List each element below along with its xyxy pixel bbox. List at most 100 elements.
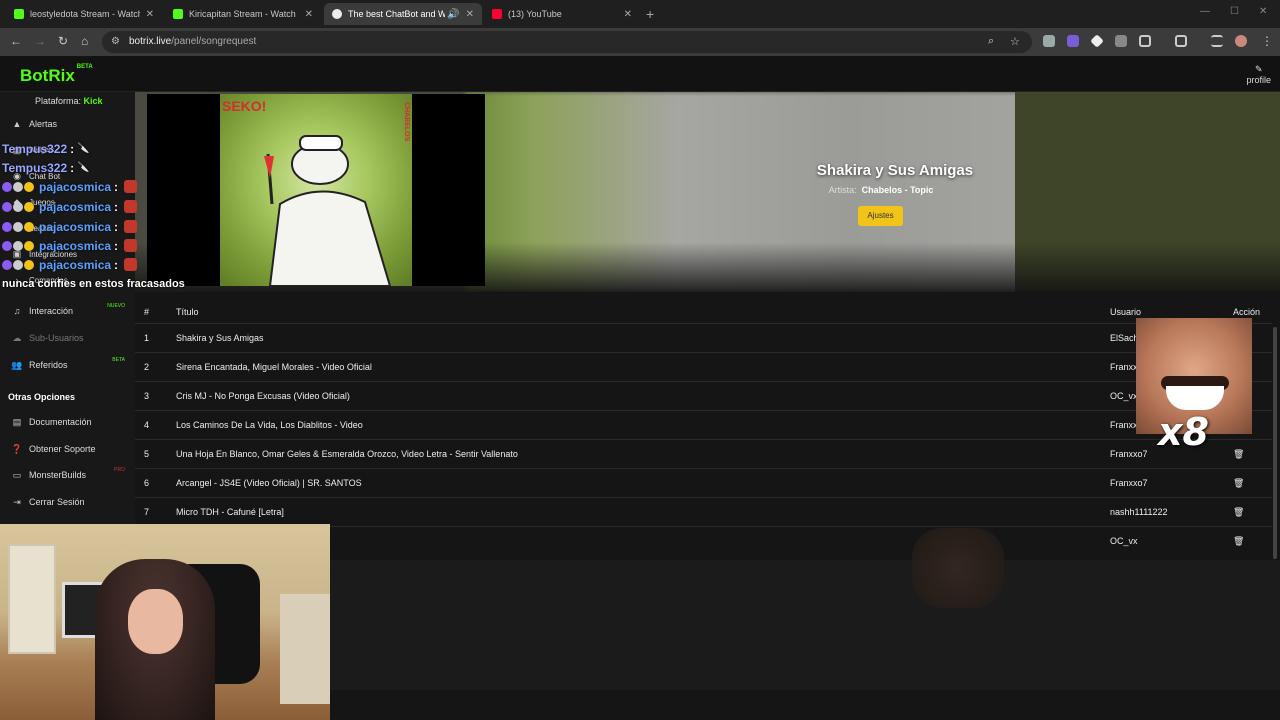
table-header: # Título Usuario Acción — [135, 300, 1272, 324]
site-info-icon[interactable]: ⚙ — [111, 36, 120, 47]
profile-button[interactable]: ✎ profile — [1246, 64, 1271, 85]
badge-icon — [13, 221, 23, 232]
zoom-icon[interactable]: ⌕ — [988, 35, 994, 48]
url-path: /panel/songrequest — [171, 36, 257, 47]
tab-label: Kiricapitan Stream - Watch Live — [189, 9, 299, 19]
new-tab-icon[interactable]: + — [646, 6, 654, 22]
delete-button[interactable]: 🗑 — [1233, 440, 1261, 469]
extension-icon[interactable] — [1067, 35, 1079, 47]
sidebar-item-soporte[interactable]: ❓ Obtener Soporte — [0, 439, 135, 459]
sidebar-item-referidos[interactable]: 👥 Referidos BETA — [0, 355, 135, 375]
badge-icon — [13, 259, 23, 270]
trash-icon[interactable]: 🗑 — [1233, 507, 1244, 517]
now-playing-hero: SEKO! CHABELOS Shakira y Sus Amigas Arti… — [135, 92, 1280, 292]
cover-text: SEKO! — [222, 98, 267, 114]
multiplier-text: x8 — [1158, 410, 1209, 454]
chat-username: Tempus322 — [2, 141, 68, 156]
sidebar-item-label: Sub-Usuarios — [29, 333, 84, 343]
webcam-overlay — [0, 524, 330, 720]
song-artist: Artista: Chabelos - Topic — [829, 185, 934, 195]
artist-label: Artista: — [828, 185, 857, 195]
badge-icon — [2, 201, 12, 212]
platform-value: Kick — [83, 96, 103, 106]
shield-extension-icon[interactable] — [1043, 35, 1055, 47]
table-row: 4 Los Caminos De La Vida, Los Diablitos … — [135, 411, 1272, 440]
trash-icon[interactable]: 🗑 — [1233, 449, 1244, 459]
youtube-icon — [492, 9, 502, 19]
row-title: Una Hoja En Blanco, Omar Geles & Esmeral… — [176, 449, 518, 459]
delete-button[interactable]: 🗑 — [1233, 498, 1261, 527]
mask-emote-icon — [124, 220, 138, 233]
sidebar-item-label: Interacción — [29, 306, 74, 316]
video-player[interactable]: SEKO! CHABELOS — [147, 94, 485, 286]
speaker-icon[interactable]: 🔊 — [447, 9, 459, 20]
badge-icon — [24, 181, 34, 192]
row-num: 5 — [144, 449, 150, 459]
sidebar-item-label: MonsterBuilds — [29, 470, 87, 480]
trash-icon[interactable]: 🗑 — [1233, 536, 1244, 546]
table-row: 6 Arcangel - JS4E (Video Oficial) | SR. … — [135, 469, 1272, 498]
scrollbar[interactable] — [1273, 327, 1277, 559]
row-title: Micro TDH - Cafuné [Letra] — [176, 507, 284, 517]
reload-icon[interactable]: ↻ — [58, 34, 68, 48]
browser-tab-bar: leostyledota Stream - Watch Li ✕ Kiricap… — [0, 0, 1280, 28]
chat-message-text: nunca confies en estos fracasados — [2, 278, 185, 290]
close-icon[interactable]: ✕ — [305, 9, 313, 20]
chat-colon: : — [70, 160, 75, 175]
platform-label: Plataforma: — [35, 96, 82, 106]
row-title: Arcangel - JS4E (Video Oficial) | SR. SA… — [176, 478, 362, 488]
sidebar-item-alertas[interactable]: ▲ Alertas — [0, 114, 135, 134]
diamond-extension-icon[interactable] — [1090, 34, 1104, 48]
puzzle-icon[interactable] — [1139, 35, 1151, 47]
cover-illustration — [264, 135, 392, 286]
badge-icon — [2, 181, 12, 192]
url-text[interactable]: botrix.live/panel/songrequest — [129, 36, 256, 47]
badge-icon — [24, 259, 34, 270]
album-cover: SEKO! CHABELOS — [220, 94, 412, 286]
close-icon[interactable]: ✕ — [624, 9, 632, 20]
laptop-icon: ▭ — [12, 469, 22, 480]
section-heading: Otras Opciones — [8, 392, 76, 402]
minimize-icon[interactable]: — — [1200, 6, 1210, 17]
sidebar-item-documentacion[interactable]: ▤ Documentación — [0, 412, 135, 432]
maximize-icon[interactable]: ☐ — [1230, 6, 1239, 17]
chat-message: pajacosmica: — [2, 198, 138, 215]
browser-tab[interactable]: leostyledota Stream - Watch Li ✕ — [6, 3, 162, 25]
menu-icon[interactable]: ⋮ — [1261, 34, 1273, 48]
delete-button[interactable]: 🗑 — [1233, 469, 1261, 498]
close-icon[interactable]: ✕ — [146, 9, 154, 20]
sidebar-item-sub-usuarios[interactable]: ☁ Sub-Usuarios — [0, 328, 135, 348]
row-num: 7 — [144, 507, 150, 517]
delete-button[interactable]: 🗑 — [1233, 527, 1261, 556]
sidebar-item-cerrar-sesion[interactable]: ⇥ Cerrar Sesión — [0, 492, 135, 512]
trash-icon[interactable]: 🗑 — [1233, 478, 1244, 488]
mask-emote-icon — [124, 180, 138, 193]
settings-button[interactable]: Ajustes — [858, 206, 903, 226]
browser-tab-active[interactable]: The best ChatBot and Widg 🔊 ✕ — [324, 3, 482, 25]
browser-tab[interactable]: (13) YouTube ✕ — [484, 3, 640, 25]
media-icon[interactable] — [1211, 35, 1223, 47]
music-icon: ♫ — [13, 306, 21, 316]
cast-icon[interactable] — [1175, 35, 1187, 47]
forward-icon[interactable]: → — [34, 34, 46, 48]
extension-icon[interactable] — [1115, 35, 1127, 47]
table-row: 1 Shakira y Sus Amigas ElSach — [135, 324, 1272, 353]
home-icon[interactable]: ⌂ — [81, 34, 88, 48]
webcam-face — [128, 589, 183, 654]
mouth-shape — [1166, 386, 1224, 410]
sidebar-item-interaccion[interactable]: ♫ Interacción NUEVO — [0, 301, 135, 321]
back-icon[interactable]: ← — [10, 34, 22, 48]
avatar[interactable] — [1235, 35, 1247, 47]
sidebar-item-monsterbuilds[interactable]: ▭ MonsterBuilds PRO — [0, 465, 135, 485]
logo[interactable]: BotRix BETA — [20, 64, 93, 86]
close-icon[interactable]: ✕ — [466, 9, 474, 20]
pro-badge: PRO — [114, 467, 125, 473]
bookmark-star-icon[interactable]: ☆ — [1010, 35, 1020, 48]
mask-emote-icon — [124, 200, 138, 213]
profile-label: profile — [1246, 75, 1271, 85]
browser-tab[interactable]: Kiricapitan Stream - Watch Live ✕ — [165, 3, 321, 25]
chat-colon: : — [114, 257, 119, 272]
address-bar[interactable]: ⚙ botrix.live/panel/songrequest ⌕ ☆ — [102, 31, 1032, 53]
sidebar-item-label: Obtener Soporte — [29, 444, 96, 454]
window-close-icon[interactable]: ✕ — [1259, 6, 1267, 17]
